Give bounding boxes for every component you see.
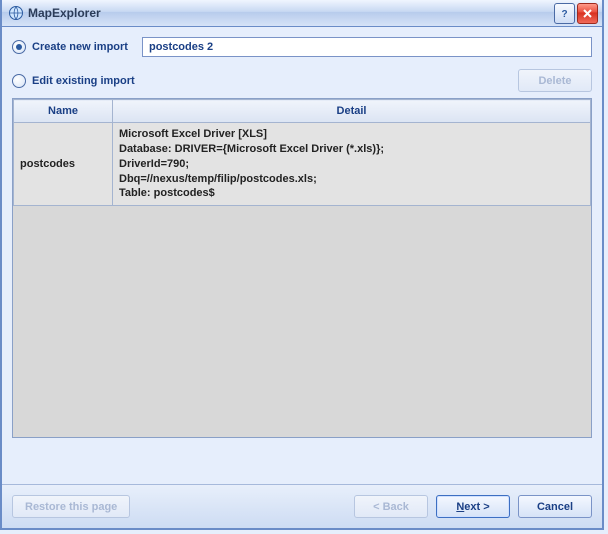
create-import-label: Create new import bbox=[32, 41, 128, 53]
cell-detail: Microsoft Excel Driver [XLS] Database: D… bbox=[113, 123, 591, 206]
window-title: MapExplorer bbox=[28, 6, 554, 20]
edit-import-radio[interactable] bbox=[12, 74, 26, 88]
cancel-button[interactable]: Cancel bbox=[518, 495, 592, 518]
dialog-window: MapExplorer ? Create new import Edit bbox=[0, 0, 604, 530]
edit-import-label: Edit existing import bbox=[32, 75, 135, 87]
col-header-detail[interactable]: Detail bbox=[113, 100, 591, 123]
cell-name: postcodes bbox=[14, 123, 113, 206]
create-import-row: Create new import bbox=[12, 37, 592, 57]
detail-line: Database: DRIVER={Microsoft Excel Driver… bbox=[119, 142, 584, 157]
window-controls: ? bbox=[554, 3, 598, 24]
close-button[interactable] bbox=[577, 3, 598, 24]
edit-import-row: Edit existing import Delete bbox=[12, 69, 592, 92]
imports-table: Name Detail postcodes Microsoft Excel Dr… bbox=[12, 98, 592, 438]
import-name-input[interactable] bbox=[142, 37, 592, 57]
restore-page-button: Restore this page bbox=[12, 495, 130, 518]
titlebar: MapExplorer ? bbox=[2, 0, 602, 27]
help-button[interactable]: ? bbox=[554, 3, 575, 24]
table-row[interactable]: postcodes Microsoft Excel Driver [XLS] D… bbox=[14, 123, 591, 206]
detail-line: Microsoft Excel Driver [XLS] bbox=[119, 127, 584, 142]
dialog-body: Create new import Edit existing import D… bbox=[2, 27, 602, 438]
detail-line: Dbq=//nexus/temp/filip/postcodes.xls; bbox=[119, 172, 584, 187]
detail-line: DriverId=790; bbox=[119, 157, 584, 172]
back-button: < Back bbox=[354, 495, 428, 518]
next-button[interactable]: Next > bbox=[436, 495, 510, 518]
dialog-footer: Restore this page < Back Next > Cancel bbox=[2, 484, 602, 528]
app-icon bbox=[8, 5, 24, 21]
svg-text:?: ? bbox=[561, 9, 567, 19]
col-header-name[interactable]: Name bbox=[14, 100, 113, 123]
delete-button: Delete bbox=[518, 69, 592, 92]
create-import-radio[interactable] bbox=[12, 40, 26, 54]
detail-line: Table: postcodes$ bbox=[119, 186, 584, 201]
